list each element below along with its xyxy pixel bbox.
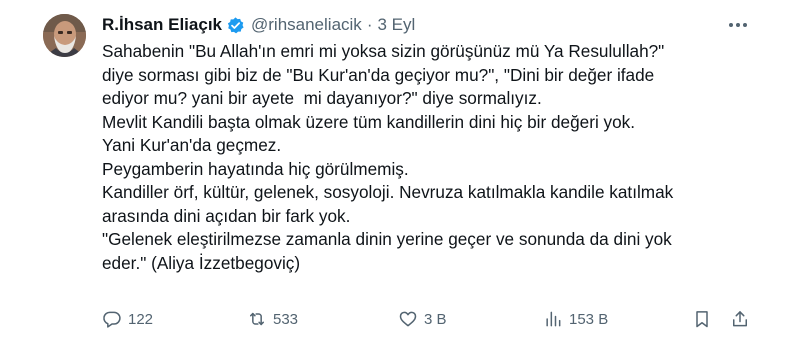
separator-dot: · bbox=[366, 15, 373, 34]
tweet-line: Mevlit Kandili başta olmak üzere tüm kan… bbox=[102, 111, 636, 132]
bookmark-button[interactable] bbox=[692, 306, 712, 332]
tweet-line: Kandiller örf, kültür, gelenek, sosyoloj… bbox=[102, 182, 674, 202]
views-chart-icon bbox=[546, 311, 561, 327]
share-icon bbox=[733, 311, 747, 327]
verified-badge-icon bbox=[226, 16, 245, 35]
tweet: R.İhsan Eliaçık @rihsaneliacik · 3 Eyl S… bbox=[0, 0, 803, 343]
like-button[interactable]: 3 B bbox=[398, 306, 447, 332]
more-options-icon[interactable] bbox=[726, 13, 750, 37]
repost-button[interactable]: 533 bbox=[247, 306, 298, 332]
tweet-date[interactable]: 3 Eyl bbox=[377, 15, 415, 35]
tweet-actions: 122 533 3 B 153 B bbox=[102, 306, 752, 332]
bookmark-icon bbox=[696, 311, 708, 328]
tweet-text: Sahabenin "Bu Allah'ın emri mi yoksa siz… bbox=[102, 40, 752, 275]
like-count: 3 B bbox=[424, 310, 447, 328]
repost-count: 533 bbox=[273, 310, 299, 328]
avatar-photo bbox=[43, 14, 86, 57]
views-count: 153 B bbox=[569, 310, 609, 328]
tweet-line: "Gelenek eleştirilmezse zamanla dinin ye… bbox=[102, 229, 672, 249]
tweet-line: Peygamberin hayatında hiç görülmemiş. bbox=[102, 158, 409, 179]
reply-button[interactable]: 122 bbox=[102, 306, 153, 332]
share-button[interactable] bbox=[730, 306, 750, 332]
tweet-line: ediyor mu? yani bir ayete mi dayanıyor?"… bbox=[102, 88, 542, 108]
tweet-line: arasında dini açıdan bir fark yok. bbox=[102, 205, 351, 226]
tweet-line: eder." (Aliya İzzetbegoviç) bbox=[102, 252, 301, 273]
avatar[interactable] bbox=[43, 14, 86, 57]
author-name[interactable]: R.İhsan Eliaçık bbox=[102, 15, 222, 35]
tweet-line: Sahabenin "Bu Allah'ın emri mi yoksa siz… bbox=[102, 41, 665, 61]
repost-icon bbox=[250, 312, 264, 326]
tweet-line: diye sorması gibi biz de "Bu Kur'an'da g… bbox=[102, 64, 655, 85]
tweet-line: Yani Kur'an'da geçmez. bbox=[102, 135, 282, 155]
views-button[interactable]: 153 B bbox=[543, 306, 608, 332]
tweet-header: R.İhsan Eliaçık @rihsaneliacik · 3 Eyl bbox=[102, 13, 415, 37]
reply-count: 122 bbox=[128, 310, 154, 328]
reply-icon bbox=[103, 311, 121, 328]
author-handle[interactable]: @rihsaneliacik bbox=[251, 15, 362, 35]
heart-icon bbox=[399, 311, 417, 327]
